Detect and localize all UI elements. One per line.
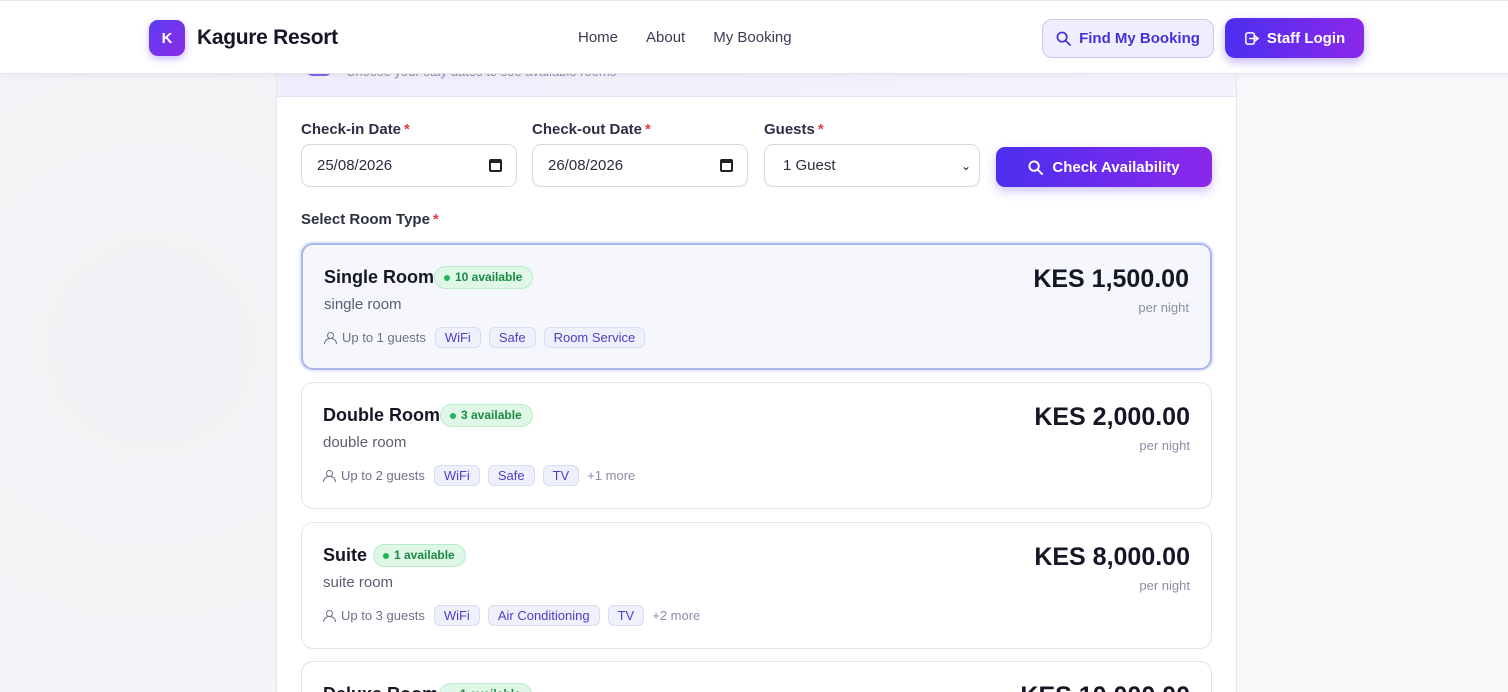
amenity-tag: Safe (487, 465, 535, 486)
amenity-tag: WiFi (433, 605, 480, 626)
check-availability-label: Check Availability (1052, 158, 1180, 176)
checkout-date-value: 26/08/2026 (548, 157, 624, 174)
room-meta: Up to 1 guests WiFi Safe Room Service (324, 327, 646, 348)
guest-capacity: Up to 3 guests (323, 608, 425, 623)
calendar-picker-icon[interactable] (489, 159, 502, 172)
brand-name: Kagure Resort (197, 26, 338, 49)
search-icon (1028, 159, 1044, 175)
nav-my-booking[interactable]: My Booking (713, 29, 791, 46)
price-unit: per night (1139, 578, 1190, 593)
nav-links: Home About My Booking (578, 29, 792, 46)
availability-badge: 3 available (440, 404, 533, 427)
guest-capacity: Up to 1 guests (324, 330, 426, 345)
room-name: Single Room (324, 267, 435, 287)
checkin-label-text: Check-in Date (301, 121, 402, 138)
guests-select[interactable]: 1 Guest ⌄ (764, 144, 980, 187)
room-card-double[interactable]: Double Room 3 available double room Up t… (301, 382, 1212, 509)
amenity-tag: TV (607, 605, 645, 626)
guests-label-text: Guests (764, 121, 815, 138)
amenity-tag: WiFi (434, 327, 481, 348)
room-price: KES 1,500.00 (1033, 265, 1189, 293)
users-icon (323, 470, 336, 482)
checkout-label: Check-out Date * (532, 121, 651, 138)
find-my-booking-label: Find My Booking (1079, 30, 1200, 47)
required-mark: * (432, 211, 439, 228)
checkin-date-input[interactable]: 25/08/2026 (301, 144, 517, 187)
users-icon (323, 610, 336, 622)
more-amenities: +2 more (652, 608, 701, 623)
required-mark: * (404, 121, 410, 138)
check-availability-button[interactable]: Check Availability (996, 147, 1212, 187)
guest-capacity-text: Up to 2 guests (341, 468, 425, 483)
room-price: KES 2,000.00 (1034, 403, 1190, 431)
room-meta: Up to 3 guests WiFi Air Conditioning TV … (323, 605, 700, 626)
nav-home[interactable]: Home (578, 29, 618, 46)
guest-capacity-text: Up to 1 guests (342, 330, 426, 345)
login-icon (1244, 31, 1259, 45)
required-mark: * (817, 121, 824, 138)
room-description: suite room (323, 574, 394, 591)
chevron-down-icon: ⌄ (960, 158, 971, 173)
guest-capacity: Up to 2 guests (323, 468, 425, 483)
amenity-tag: WiFi (433, 465, 480, 486)
guests-select-value: 1 Guest (783, 157, 836, 174)
staff-login-label: Staff Login (1266, 29, 1346, 47)
price-unit: per night (1138, 300, 1189, 315)
room-type-label: Select Room Type * (301, 211, 439, 228)
find-my-booking-button[interactable]: Find My Booking (1042, 19, 1214, 58)
price-unit: per night (1139, 438, 1190, 453)
room-price: KES 8,000.00 (1034, 543, 1190, 571)
search-icon (1056, 31, 1071, 46)
checkout-date-input[interactable]: 26/08/2026 (532, 144, 748, 187)
required-mark: * (645, 121, 651, 138)
top-navbar: K Kagure Resort Home About My Booking Fi… (0, 0, 1508, 74)
amenity-tag: TV (542, 465, 580, 486)
checkin-date-value: 25/08/2026 (317, 157, 393, 174)
amenity-tag: Room Service (543, 327, 646, 348)
room-card-deluxe[interactable]: Deluxe Room 1 available KES 10,000.00 (301, 661, 1212, 692)
guests-label: Guests * (764, 121, 824, 138)
amenity-tag: Safe (488, 327, 536, 348)
availability-badge: 10 available (434, 266, 534, 289)
guest-capacity-text: Up to 3 guests (341, 608, 425, 623)
more-amenities: +1 more (587, 468, 636, 483)
room-card-single[interactable]: Single Room 10 available single room Up … (301, 243, 1212, 370)
users-icon (324, 332, 337, 344)
availability-badge: 1 available (439, 683, 532, 692)
nav-about[interactable]: About (646, 29, 685, 46)
brand[interactable]: K Kagure Resort (149, 20, 338, 56)
checkout-label-text: Check-out Date (532, 121, 643, 138)
room-price: KES 10,000.00 (1020, 682, 1190, 692)
checkin-label: Check-in Date * (301, 121, 410, 138)
amenity-tag: Air Conditioning (487, 605, 600, 626)
calendar-picker-icon[interactable] (720, 159, 733, 172)
room-name: Double Room (323, 405, 440, 425)
brand-logo: K (149, 20, 185, 56)
room-name: Suite (323, 545, 368, 565)
room-name: Deluxe Room (323, 684, 438, 692)
room-description: single room (324, 296, 402, 313)
availability-badge: 1 available (373, 544, 466, 567)
room-type-label-text: Select Room Type (301, 211, 430, 228)
room-meta: Up to 2 guests WiFi Safe TV +1 more (323, 465, 635, 486)
room-card-suite[interactable]: Suite 1 available suite room Up to 3 gue… (301, 522, 1212, 649)
room-description: double room (323, 434, 407, 451)
staff-login-button[interactable]: Staff Login (1225, 18, 1364, 58)
